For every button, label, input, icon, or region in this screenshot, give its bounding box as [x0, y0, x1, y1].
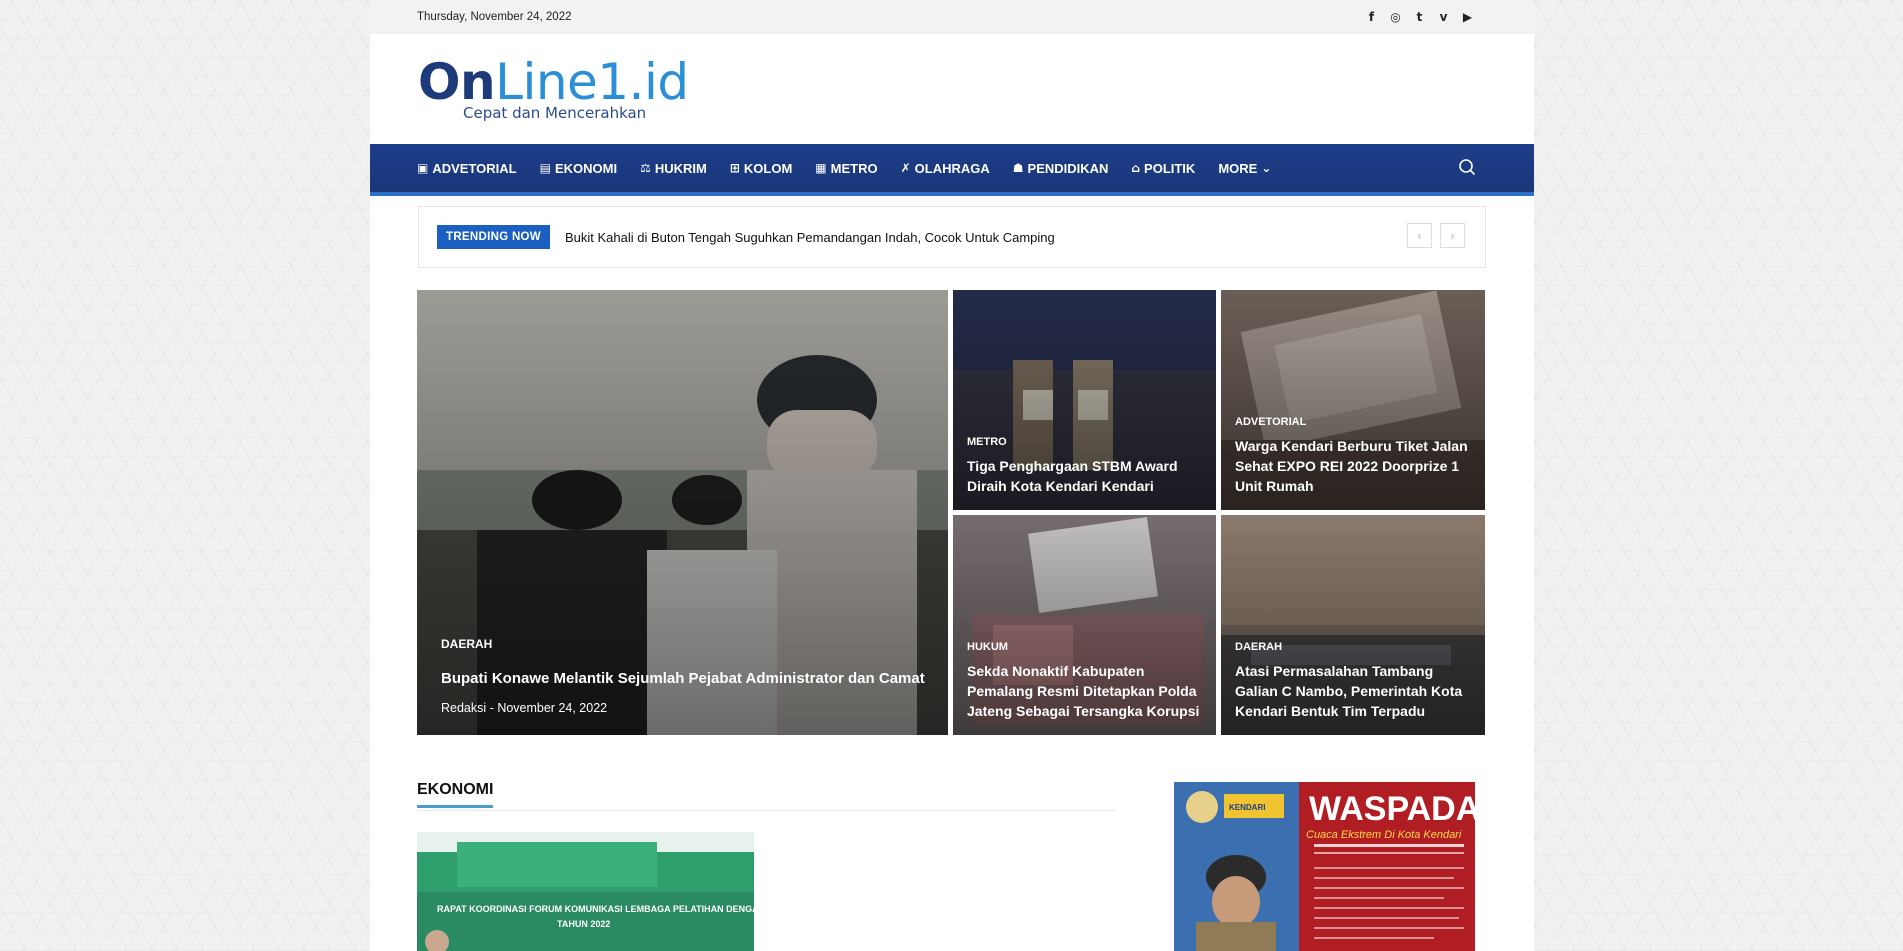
nav-label: OLAHRAGA — [914, 160, 990, 176]
ekonomi-image: RAPAT KOORDINASI FORUM KOMUNIKASI LEMBAG… — [417, 832, 754, 951]
wallet-icon: ▤ — [539, 161, 551, 175]
featured-tile-3[interactable]: HUKUM Sekda Nonaktif Kabupaten Pemalang … — [953, 515, 1216, 735]
ekonomi-image-year: TAHUN 2022 — [557, 919, 610, 929]
article-title[interactable]: Atasi Permasalahan Tambang Galian C Namb… — [1235, 661, 1473, 721]
columns-icon: ⊞ — [729, 161, 740, 175]
trending-arrows: ‹ › — [1407, 223, 1465, 248]
category-label[interactable]: HUKUM — [967, 641, 1204, 653]
graduation-cap-icon: ☗ — [1012, 161, 1024, 175]
section-heading[interactable]: EKONOMI — [417, 781, 494, 808]
site-logo[interactable]: OnLine1.id Cepat dan Mencerahkan — [418, 54, 689, 122]
featured-tile-4[interactable]: DAERAH Atasi Permasalahan Tambang Galian… — [1221, 515, 1485, 735]
author-name[interactable]: Redaksi — [441, 701, 486, 715]
article-date: November 24, 2022 — [497, 701, 608, 715]
category-label[interactable]: DAERAH — [441, 637, 936, 651]
nav-item-pendidikan[interactable]: ☗ PENDIDIKAN — [1013, 161, 1109, 176]
nav-item-ekonomi[interactable]: ▤ EKONOMI — [540, 161, 617, 176]
nav-item-metro[interactable]: ▦ METRO — [815, 161, 877, 176]
current-date: Thursday, November 24, 2022 — [417, 11, 572, 23]
featured-tile-2[interactable]: ADVETORIAL Warga Kendari Berburu Tiket J… — [1221, 290, 1485, 510]
facebook-icon[interactable]: f — [1365, 10, 1378, 24]
twitter-icon[interactable]: t — [1413, 10, 1426, 24]
main-nav: ▣ ADVETORIAL ▤ EKONOMI ⚖ HUKRIM ⊞ KOLOM ▦ MET… — [370, 144, 1534, 196]
trending-headline[interactable]: Bukit Kahali di Buton Tengah Suguhkan Pe… — [565, 230, 1055, 245]
ad-image: KENDARI WASPADA Cuaca Ekstrem Di Kota Ke… — [1174, 782, 1475, 951]
logo-part-line: Line1.id — [495, 53, 689, 111]
nav-item-advetorial[interactable]: ▣ ADVETORIAL — [417, 161, 517, 176]
article-title[interactable]: Tiga Penghargaan STBM Award Diraih Kota … — [967, 456, 1204, 496]
next-arrow-icon[interactable]: › — [1440, 223, 1465, 248]
logo-part-on: On — [418, 53, 496, 111]
article-title[interactable]: Warga Kendari Berburu Tiket Jalan Sehat … — [1235, 436, 1473, 496]
search-icon[interactable] — [1458, 158, 1476, 176]
landmark-icon: ⌂ — [1131, 161, 1141, 175]
ad-brand: KENDARI — [1229, 803, 1265, 812]
social-links: f ◎ t v ▶ — [1365, 10, 1474, 24]
trending-label: TRENDING NOW — [437, 225, 550, 249]
article-title[interactable]: Sekda Nonaktif Kabupaten Pemalang Resmi … — [967, 661, 1204, 721]
page-container: Thursday, November 24, 2022 f ◎ t v ▶ On… — [370, 0, 1534, 951]
nav-item-more[interactable]: MORE ⌄ — [1218, 161, 1271, 176]
category-label[interactable]: ADVETORIAL — [1235, 416, 1473, 428]
youtube-icon[interactable]: ▶ — [1461, 10, 1474, 24]
article-title[interactable]: Bupati Konawe Melantik Sejumlah Pejabat … — [441, 669, 936, 689]
section-title-ekonomi: EKONOMI — [417, 781, 1115, 811]
category-label[interactable]: METRO — [967, 436, 1204, 448]
meta-separator: - — [489, 701, 494, 715]
ad-subline: Cuaca Ekstrem Di Kota Kendari — [1306, 829, 1462, 841]
nav-label: HUKRIM — [654, 160, 707, 176]
featured-grid: DAERAH Bupati Konawe Melantik Sejumlah P… — [417, 290, 1485, 735]
nav-item-olahraga[interactable]: ✗ OLAHRAGA — [901, 161, 990, 176]
ad-icon: ▣ — [417, 161, 429, 175]
nav-item-politik[interactable]: ⌂ POLITIK — [1131, 161, 1195, 176]
chevron-down-icon: ⌄ — [1261, 161, 1272, 175]
vimeo-icon[interactable]: v — [1437, 10, 1450, 24]
category-label[interactable]: DAERAH — [1235, 641, 1473, 653]
nav-item-kolom[interactable]: ⊞ KOLOM — [730, 161, 792, 176]
nav-label: POLITIK — [1144, 160, 1196, 176]
scale-icon: ⚖ — [640, 161, 651, 175]
site-header: OnLine1.id Cepat dan Mencerahkan — [370, 34, 1534, 144]
featured-tile-1[interactable]: METRO Tiga Penghargaan STBM Award Diraih… — [953, 290, 1216, 510]
nav-item-hukrim[interactable]: ⚖ HUKRIM — [640, 161, 707, 176]
nav-label: METRO — [830, 160, 878, 176]
top-bar: Thursday, November 24, 2022 f ◎ t v ▶ — [370, 0, 1534, 34]
running-icon: ✗ — [900, 161, 911, 175]
building-icon: ▦ — [815, 161, 827, 175]
nav-label: EKONOMI — [554, 160, 618, 176]
featured-main[interactable]: DAERAH Bupati Konawe Melantik Sejumlah P… — [417, 290, 948, 735]
trending-bar: TRENDING NOW Bukit Kahali di Buton Tenga… — [418, 206, 1486, 268]
instagram-icon[interactable]: ◎ — [1389, 10, 1402, 24]
ekonomi-article-image[interactable]: RAPAT KOORDINASI FORUM KOMUNIKASI LEMBAG… — [417, 832, 754, 951]
nav-label: MORE — [1218, 160, 1258, 176]
ad-headline: WASPADA — [1309, 790, 1475, 828]
nav-label: PENDIDIKAN — [1027, 160, 1109, 176]
nav-label: ADVETORIAL — [432, 160, 517, 176]
sidebar-ad-banner[interactable]: KENDARI WASPADA Cuaca Ekstrem Di Kota Ke… — [1174, 782, 1475, 951]
nav-label: KOLOM — [743, 160, 793, 176]
prev-arrow-icon[interactable]: ‹ — [1407, 223, 1432, 248]
ekonomi-image-heading: RAPAT KOORDINASI FORUM KOMUNIKASI LEMBAG… — [437, 904, 754, 914]
